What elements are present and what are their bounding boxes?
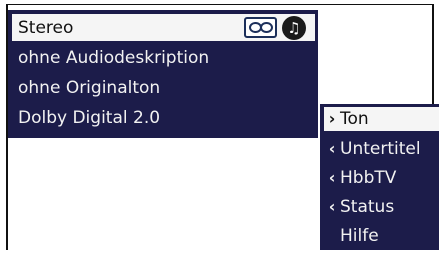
- audio-option-selected[interactable]: Stereo ♫: [12, 14, 315, 41]
- chevron-left-icon: ‹: [328, 197, 336, 216]
- menu-item-label: Ton: [340, 109, 369, 129]
- stereo-icon: [244, 17, 277, 38]
- menu-item-label: Status: [340, 197, 395, 217]
- menu-item-hbbtv[interactable]: ‹ HbbTV: [320, 166, 439, 190]
- audio-track-menu: Stereo ♫ ohne Audiodeskription ohne Orig…: [8, 10, 318, 138]
- chevron-left-icon: ‹: [328, 168, 336, 187]
- music-note-icon: ♫: [282, 16, 306, 40]
- audio-option[interactable]: ohne Originalton: [18, 78, 160, 98]
- menu-item-label: Hilfe: [340, 226, 379, 246]
- audio-option[interactable]: Dolby Digital 2.0: [18, 108, 160, 128]
- menu-item-status[interactable]: ‹ Status: [320, 195, 439, 219]
- menu-item-untertitel[interactable]: ‹ Untertitel: [320, 137, 439, 161]
- menu-item-label: Untertitel: [340, 139, 421, 159]
- menu-item-hilfe[interactable]: Hilfe: [320, 224, 439, 248]
- menu-item-ton[interactable]: › Ton: [324, 107, 439, 131]
- audio-option[interactable]: ohne Audiodeskription: [18, 48, 209, 68]
- audio-option-label: Stereo: [18, 18, 74, 38]
- menu-item-label: HbbTV: [340, 168, 397, 188]
- chevron-left-icon: ‹: [328, 139, 336, 158]
- chevron-right-icon: ›: [328, 109, 336, 128]
- side-menu: › Ton ‹ Untertitel ‹ HbbTV ‹ Status Hilf…: [320, 104, 439, 250]
